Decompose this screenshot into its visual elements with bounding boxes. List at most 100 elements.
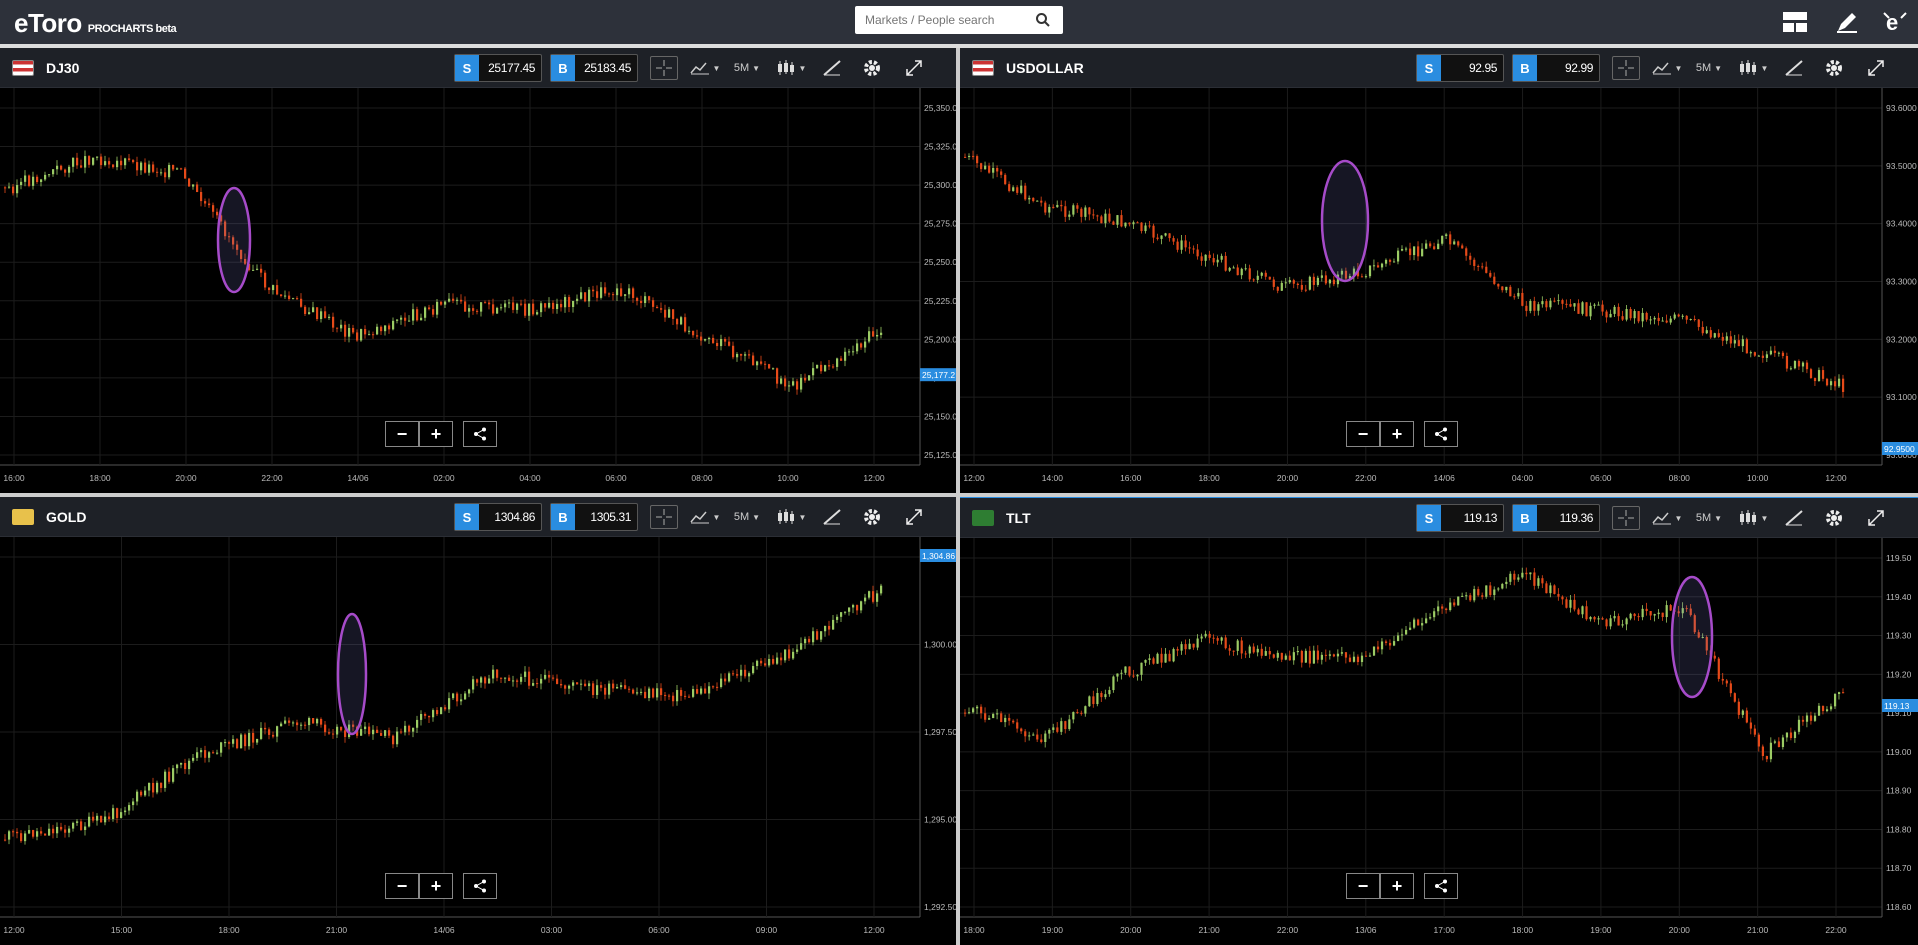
chart-type-dropdown[interactable]: ▼	[772, 56, 810, 80]
buy-button[interactable]: B 1305.31	[550, 503, 638, 531]
candle-body	[416, 309, 419, 321]
expand-icon[interactable]	[900, 56, 928, 80]
zoom-out-button[interactable]: −	[385, 421, 419, 447]
candle-body	[1425, 618, 1428, 624]
candle-body	[1761, 746, 1765, 757]
candle-body	[1076, 712, 1079, 714]
candle-body	[572, 682, 575, 686]
candle-body	[180, 762, 183, 765]
instrument-name[interactable]: USDOLLAR	[1006, 60, 1084, 76]
sell-button[interactable]: S 92.95	[1416, 54, 1504, 82]
zoom-out-button[interactable]: −	[385, 873, 419, 899]
buy-button[interactable]: B 119.36	[1512, 504, 1600, 532]
candle-body	[412, 309, 415, 321]
candle-body	[244, 734, 247, 747]
etoro-e-icon[interactable]: e	[1880, 7, 1910, 37]
settings-gear-icon[interactable]	[858, 56, 886, 80]
horizontal-divider[interactable]	[0, 493, 1918, 497]
candle-body	[820, 364, 823, 372]
share-icon[interactable]	[1424, 421, 1458, 447]
expand-icon[interactable]	[1862, 56, 1890, 80]
settings-gear-icon[interactable]	[1820, 56, 1848, 80]
chart-type-dropdown[interactable]: ▼	[1734, 506, 1772, 530]
candle-body	[1260, 648, 1263, 656]
sell-button[interactable]: S 119.13	[1416, 504, 1504, 532]
candle-body	[392, 735, 395, 745]
instrument-name[interactable]: DJ30	[46, 60, 79, 76]
share-icon[interactable]	[463, 421, 497, 447]
buy-button[interactable]: B 92.99	[1512, 54, 1600, 82]
y-tick-label: 119.30	[1886, 631, 1912, 641]
candle-body	[1220, 255, 1223, 260]
share-icon[interactable]	[463, 873, 497, 899]
zoom-in-button[interactable]: +	[1380, 421, 1414, 447]
indicators-dropdown[interactable]: ▼	[1648, 56, 1686, 80]
indicators-dropdown[interactable]: ▼	[1648, 506, 1686, 530]
x-tick-label: 19:00	[1042, 925, 1064, 935]
candle-body	[728, 673, 731, 682]
candle-body	[288, 720, 291, 723]
zoom-in-button[interactable]: +	[1380, 873, 1414, 899]
candle-body	[1617, 616, 1620, 626]
zoom-in-button[interactable]: +	[419, 873, 453, 899]
drawing-tools-icon[interactable]	[1780, 56, 1808, 80]
candle-body	[96, 815, 99, 821]
candle-body	[880, 585, 883, 594]
y-tick-label: 25,300.0	[924, 180, 956, 190]
candle-body	[272, 734, 275, 737]
candle-body	[1817, 705, 1821, 716]
settings-gear-icon[interactable]	[1820, 506, 1848, 530]
expand-icon[interactable]	[900, 505, 928, 529]
settings-gear-icon[interactable]	[858, 505, 886, 529]
candle-body	[548, 674, 551, 678]
zoom-out-button[interactable]: −	[1346, 873, 1380, 899]
candle-body	[1244, 268, 1247, 270]
chart-type-dropdown[interactable]: ▼	[772, 505, 810, 529]
timeframe-dropdown[interactable]: 5M ▼	[1692, 56, 1726, 80]
timeframe-dropdown[interactable]: 5M ▼	[730, 56, 764, 80]
y-tick-label: 118.90	[1886, 786, 1912, 796]
candle-body	[1096, 693, 1099, 705]
crosshair-icon[interactable]	[650, 505, 678, 529]
search-icon[interactable]	[1035, 12, 1051, 28]
candle-body	[1713, 655, 1716, 659]
zoom-in-button[interactable]: +	[419, 421, 453, 447]
timeframe-dropdown[interactable]: 5M ▼	[730, 505, 764, 529]
buy-button[interactable]: B 25183.45	[550, 54, 638, 82]
pencil-icon[interactable]	[1832, 7, 1862, 37]
candle-body	[720, 678, 723, 688]
zoom-out-button[interactable]: −	[1346, 421, 1380, 447]
x-tick-label: 18:00	[1198, 473, 1220, 483]
indicators-dropdown[interactable]: ▼	[686, 56, 724, 80]
candle-body	[792, 381, 795, 386]
candle-body	[1328, 654, 1332, 656]
share-icon[interactable]	[1424, 873, 1458, 899]
drawing-tools-icon[interactable]	[818, 505, 846, 529]
y-tick-label: 25,125.0	[924, 450, 956, 460]
sell-button[interactable]: S 25177.45	[454, 54, 542, 82]
crosshair-icon[interactable]	[1612, 56, 1640, 80]
chart-type-dropdown[interactable]: ▼	[1734, 56, 1772, 80]
candle-body	[56, 826, 59, 834]
candle-body	[1272, 279, 1275, 287]
candle-body	[1469, 255, 1472, 260]
candle-body	[432, 309, 435, 315]
layout-icon[interactable]	[1780, 7, 1810, 37]
search-box[interactable]	[855, 6, 1063, 34]
drawing-tools-icon[interactable]	[818, 56, 846, 80]
expand-icon[interactable]	[1862, 506, 1890, 530]
instrument-name[interactable]: GOLD	[46, 509, 86, 525]
crosshair-icon[interactable]	[1612, 506, 1640, 530]
x-tick-label: 06:00	[648, 925, 670, 935]
indicators-dropdown[interactable]: ▼	[686, 505, 724, 529]
candle-body	[628, 688, 631, 690]
crosshair-icon[interactable]	[650, 56, 678, 80]
search-input[interactable]	[865, 13, 1035, 27]
candle-body	[520, 303, 523, 305]
timeframe-dropdown[interactable]: 5M ▼	[1692, 506, 1726, 530]
etoro-logo[interactable]: eToro PROCHARTS beta	[14, 8, 177, 39]
instrument-name[interactable]: TLT	[1006, 510, 1031, 526]
drawing-tools-icon[interactable]	[1780, 506, 1808, 530]
sell-button[interactable]: S 1304.86	[454, 503, 542, 531]
candle-body	[692, 330, 695, 336]
